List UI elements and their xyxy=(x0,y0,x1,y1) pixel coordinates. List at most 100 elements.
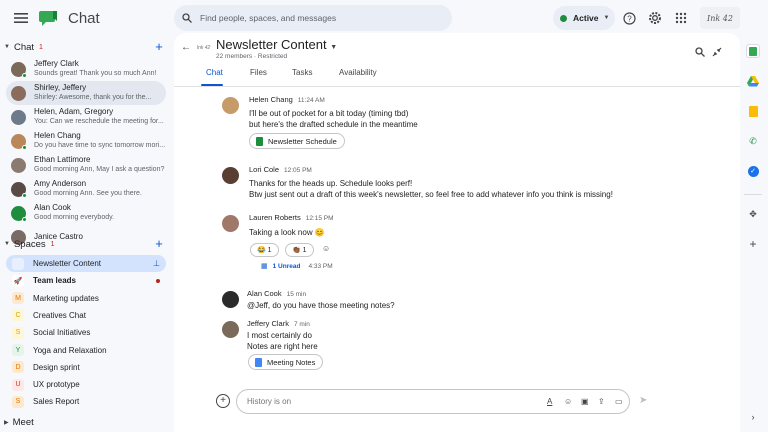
help-icon[interactable]: ? xyxy=(620,9,638,27)
dm-item[interactable]: Amy Anderson Good morning Ann. See you th… xyxy=(6,177,166,201)
space-item[interactable]: C Creatives Chat xyxy=(6,307,166,324)
phone-icon[interactable]: ✆ xyxy=(746,134,760,148)
tab-files[interactable]: Files xyxy=(250,68,267,77)
search-bar[interactable]: Find people, spaces, and messages xyxy=(174,5,452,31)
avatar xyxy=(11,85,26,101)
avatar[interactable] xyxy=(222,321,239,338)
space-name: Design sprint xyxy=(33,362,80,372)
add-plus-icon[interactable]: + xyxy=(216,394,230,408)
dm-text: Ethan Lattimore Good morning Ann, May I a… xyxy=(34,155,166,175)
keep-icon[interactable] xyxy=(746,104,760,118)
pop-out-icon[interactable] xyxy=(712,47,722,60)
settings-gear-icon[interactable] xyxy=(646,9,664,27)
space-name: Sales Report xyxy=(33,397,80,407)
dm-item[interactable]: Alan Cook Good morning everybody. xyxy=(6,201,166,225)
tab-availability[interactable]: Availability xyxy=(339,68,377,77)
online-indicator xyxy=(22,216,27,222)
reaction-chip[interactable]: 👏🏾 1 xyxy=(285,243,314,257)
status-dropdown[interactable]: Active ▼ xyxy=(553,6,615,30)
dm-item[interactable]: Shirley, Jeffery Shirley: Awesome, thank … xyxy=(6,81,166,105)
dm-item[interactable]: Helen, Adam, Gregory You: Can we reschedu… xyxy=(6,105,166,129)
space-name: Marketing updates xyxy=(33,293,99,303)
reaction-chip[interactable]: 😂 1 xyxy=(250,243,279,257)
avatar[interactable] xyxy=(222,167,239,184)
avatar[interactable] xyxy=(222,291,239,308)
apps-grid-icon[interactable] xyxy=(672,9,690,27)
account-avatar[interactable]: Ink 42 xyxy=(700,7,740,29)
dm-item[interactable]: Helen Chang Do you have time to sync tomo… xyxy=(6,129,166,153)
online-indicator xyxy=(22,192,27,198)
meet-section-title: Meet xyxy=(12,416,34,428)
new-chat-plus-icon[interactable]: + xyxy=(153,40,165,53)
space-item[interactable]: S Sales Report xyxy=(6,393,166,410)
puzzle-icon[interactable]: ✥ xyxy=(746,207,760,221)
unread-dot xyxy=(156,278,160,283)
avatar[interactable] xyxy=(222,97,239,114)
meet-section-header[interactable]: ▶ Meet xyxy=(4,414,34,430)
attachment-chip[interactable]: Newsletter Schedule xyxy=(249,133,345,149)
thread-unread-link[interactable]: ▦ 1 Unread 4:33 PM xyxy=(261,262,333,271)
status-dot xyxy=(560,14,567,22)
avatar xyxy=(11,157,26,173)
space-avatar: Ink 42 xyxy=(196,45,211,51)
spaces-section-header[interactable]: ▼ Spaces 1 xyxy=(4,236,55,252)
add-reaction-icon[interactable]: ☺ xyxy=(322,244,336,256)
dm-text: Alan Cook Good morning everybody. xyxy=(34,203,166,223)
upload-icon[interactable]: ⇪ xyxy=(598,397,605,406)
chat-section-header[interactable]: ▼ Chat 1 xyxy=(4,39,43,55)
conversation-panel: ← Ink 42 Newsletter Content ▼ 22 members… xyxy=(174,33,740,432)
rocket-icon: 🚀 xyxy=(12,274,24,287)
emoji-icon[interactable]: ☺ xyxy=(564,397,572,406)
message-text: I most certainly do xyxy=(247,331,312,340)
dm-preview: Do you have time to sync tomorrow mori..… xyxy=(34,142,166,149)
avatar xyxy=(11,205,27,222)
app-title: Chat xyxy=(68,9,100,27)
avatar[interactable] xyxy=(222,215,239,232)
space-item[interactable]: Newsletter Content ⊥ xyxy=(6,255,166,272)
space-item[interactable]: S Social Initiatives xyxy=(6,324,166,341)
video-meeting-icon[interactable]: ▭ xyxy=(615,397,623,406)
search-icon xyxy=(182,13,192,23)
space-name: Social Initiatives xyxy=(33,328,91,338)
sheets-icon[interactable] xyxy=(746,44,760,58)
space-item[interactable]: 🚀 Team leads xyxy=(6,272,166,289)
sidebar: ▼ Chat 1 + Jeffery Clark Sounds great! Th… xyxy=(0,36,172,432)
add-icon[interactable]: + xyxy=(746,237,760,251)
space-name: Newsletter Content xyxy=(33,259,102,268)
tab-tasks[interactable]: Tasks xyxy=(292,68,312,77)
space-item[interactable]: Y Yoga and Relaxation xyxy=(6,342,166,359)
dm-item[interactable]: Jeffery Clark Sounds great! Thank you so … xyxy=(6,57,166,81)
gif-icon[interactable]: ▣ xyxy=(581,397,589,406)
dm-preview: You: Can we reschedule the meeting for..… xyxy=(34,118,164,125)
search-placeholder: Find people, spaces, and messages xyxy=(200,13,337,23)
chevron-down-icon: ▼ xyxy=(330,44,338,51)
space-item[interactable]: U UX prototype xyxy=(6,376,166,393)
format-text-icon[interactable]: A xyxy=(547,397,552,406)
message-composer[interactable]: A ☺ ▣ ⇪ ▭ xyxy=(236,389,630,414)
letter-s-icon: S xyxy=(12,395,24,408)
space-item[interactable]: D Design sprint xyxy=(6,359,166,376)
tasks-icon[interactable]: ✓ xyxy=(746,164,760,178)
dm-text: Amy Anderson Good morning Ann. See you th… xyxy=(34,179,166,199)
space-title[interactable]: Newsletter Content ▼ xyxy=(216,37,337,52)
tab-chat[interactable]: Chat xyxy=(206,68,223,77)
dm-name: Helen, Adam, Gregory xyxy=(34,107,114,116)
attachment-chip[interactable]: Meeting Notes xyxy=(248,354,324,370)
dm-name: Helen Chang xyxy=(34,131,81,140)
main-menu-icon[interactable] xyxy=(11,8,31,28)
drive-icon[interactable] xyxy=(746,74,760,88)
space-item[interactable]: M Marketing updates xyxy=(6,290,166,307)
expand-icon[interactable]: › xyxy=(746,410,760,424)
back-arrow-icon[interactable]: ← xyxy=(181,42,191,53)
dm-text: Helen Chang Do you have time to sync tomo… xyxy=(34,131,166,151)
pin-icon[interactable]: ⊥ xyxy=(153,259,160,268)
new-space-plus-icon[interactable]: + xyxy=(153,237,165,250)
message-text: but here's the drafted schedule in the m… xyxy=(249,120,418,129)
search-in-space-icon[interactable] xyxy=(695,47,705,60)
space-subtitle: 22 members · Restricted xyxy=(216,53,288,60)
dm-item[interactable]: Ethan Lattimore Good morning Ann, May I a… xyxy=(6,153,166,177)
letter-y-icon: Y xyxy=(12,344,24,356)
spaces-section-title: Spaces xyxy=(13,238,46,250)
send-icon[interactable]: ➤ xyxy=(639,395,647,406)
message-input[interactable] xyxy=(247,397,507,406)
